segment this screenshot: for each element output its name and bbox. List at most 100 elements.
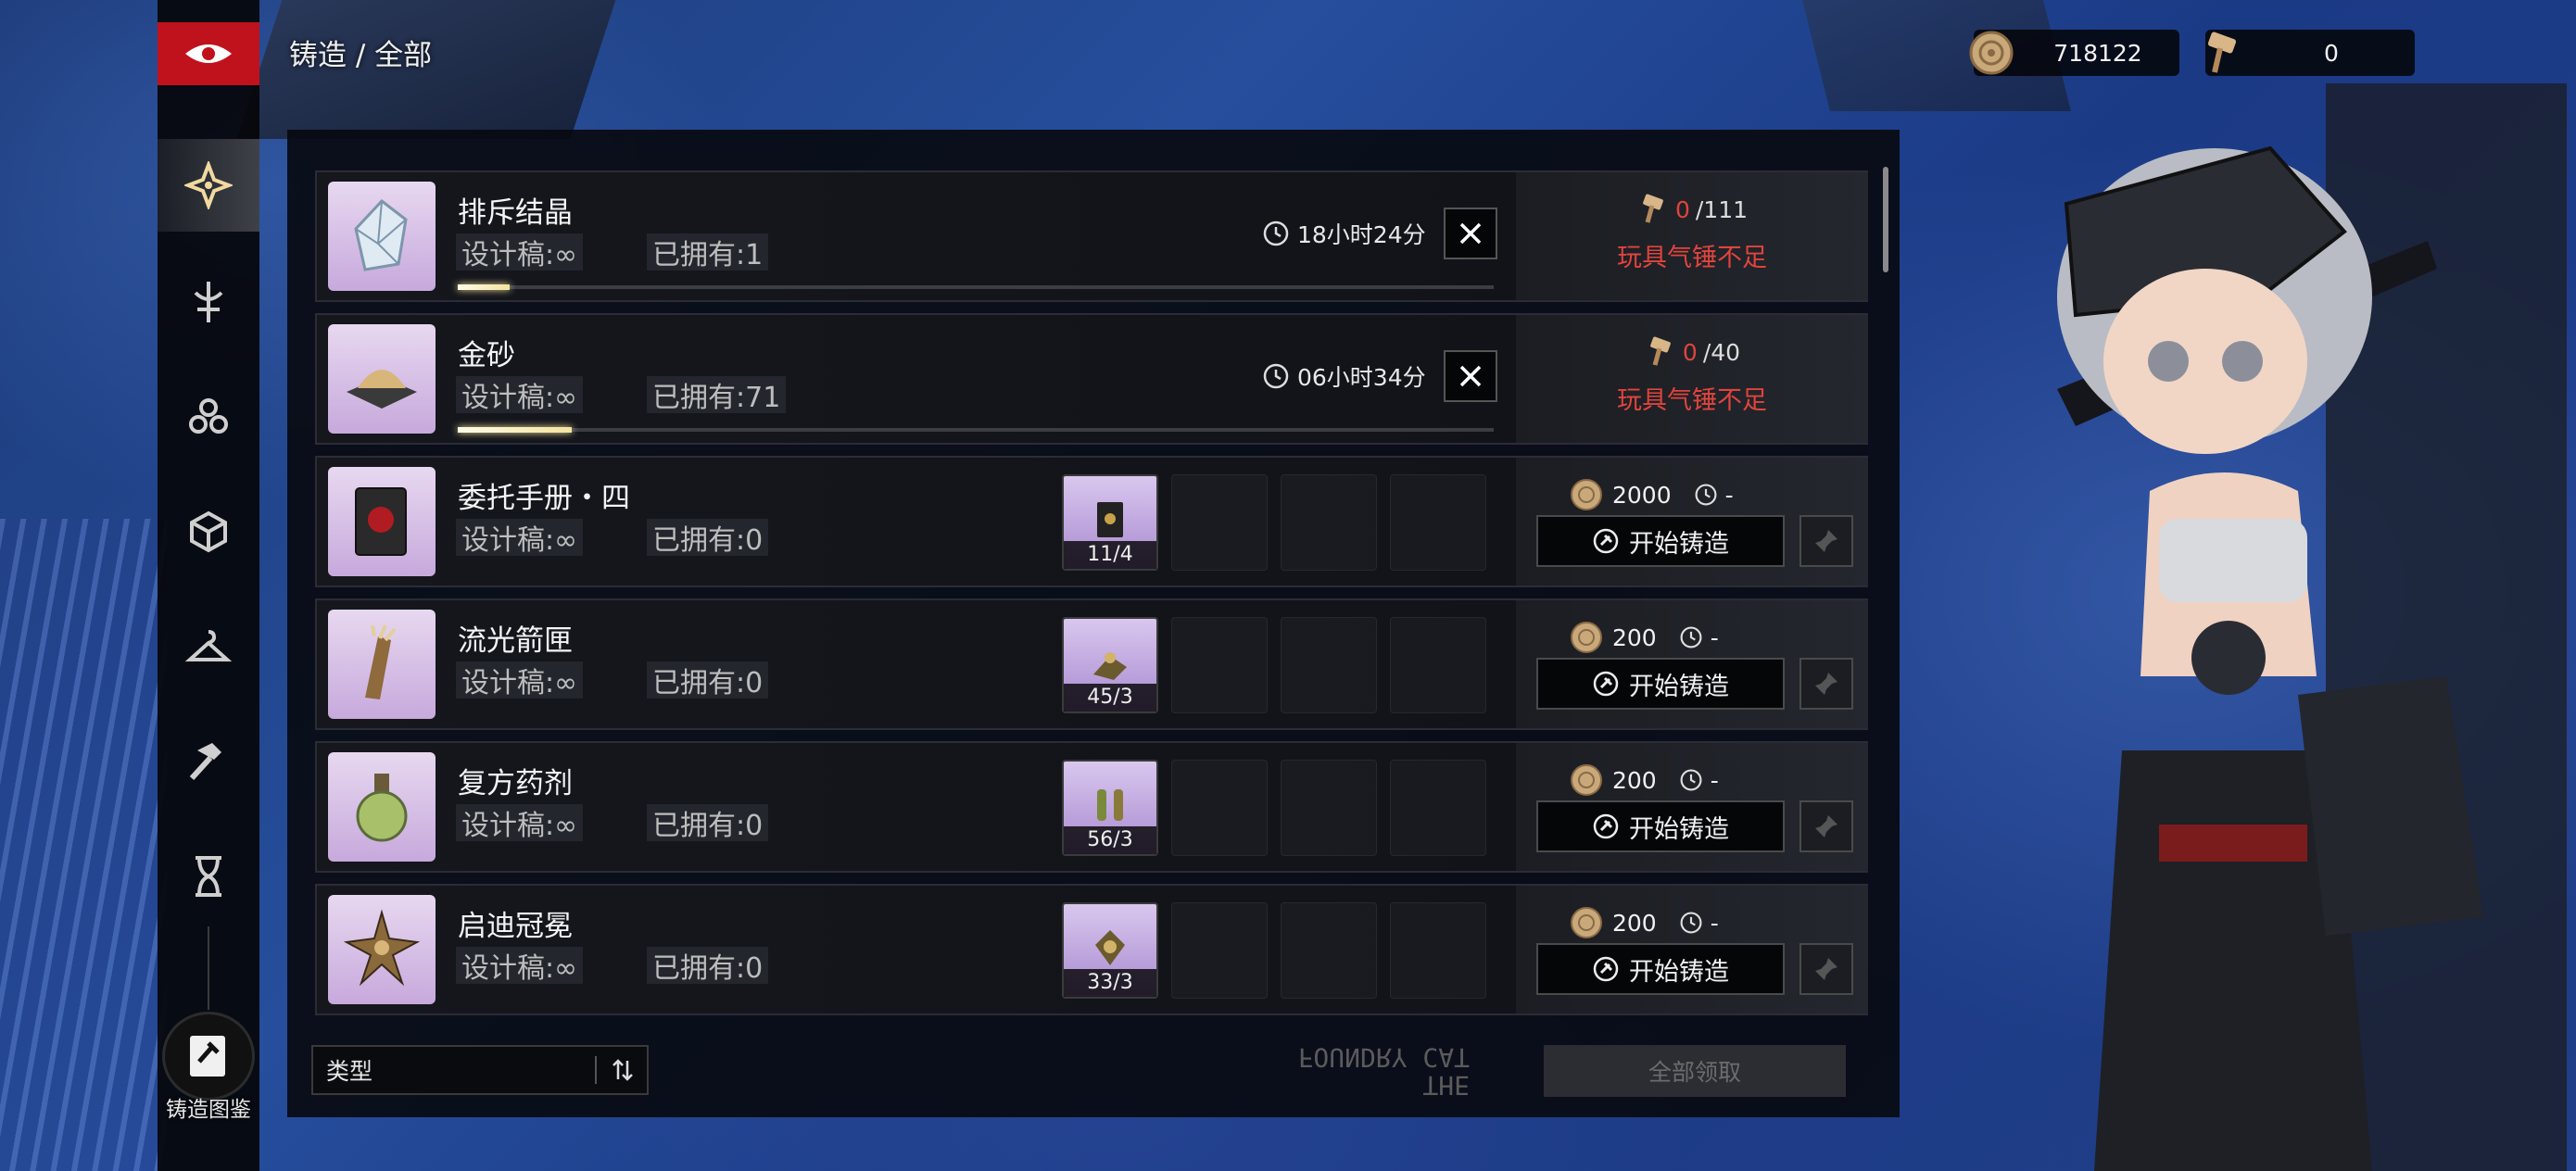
material-count: 56/3	[1064, 826, 1156, 854]
owned-tag: 已拥有:0	[647, 947, 769, 985]
item-thumbnail	[328, 610, 436, 719]
toy-hammer-icon	[2207, 31, 2237, 73]
material-count: 33/3	[1064, 969, 1156, 997]
sidebar-item-time[interactable]	[158, 830, 259, 923]
clock-icon	[1680, 912, 1702, 934]
crystal-icon	[354, 198, 408, 271]
filter-separator	[595, 1056, 597, 1084]
sidebar-item-box[interactable]	[158, 485, 259, 578]
material-slot[interactable]: 11/4	[1062, 474, 1158, 571]
filter-label: 类型	[326, 1058, 373, 1085]
sidebar-item-weapon[interactable]	[158, 256, 259, 348]
material-count: 11/4	[1064, 541, 1156, 569]
design-tag: 设计稿:∞	[456, 947, 584, 985]
coin-value: 718122	[2053, 39, 2142, 67]
owned-tag: 已拥有:0	[647, 804, 769, 842]
start-forge-label: 开始铸造	[1629, 529, 1729, 559]
forge-progress-bar	[458, 427, 1494, 433]
toy-hammer-icon	[1643, 194, 1663, 223]
claim-all-button[interactable]: 全部领取	[1544, 1045, 1846, 1097]
recipe-row[interactable]: 委托手册・四 设计稿:∞ 已拥有:0 11/4 2000 - 开始铸造	[315, 456, 1868, 587]
codex-button[interactable]: 铸造图鉴	[156, 1012, 261, 1123]
hammer-need: /111	[1695, 195, 1749, 223]
scrollbar[interactable]	[1883, 167, 1888, 272]
close-icon	[1459, 365, 1482, 387]
pin-button[interactable]	[1799, 943, 1853, 995]
coin-icon	[1969, 31, 2014, 75]
forge-timer: 18小时24分	[1262, 217, 1426, 250]
empty-material-slot	[1390, 617, 1486, 713]
pin-button[interactable]	[1799, 800, 1853, 852]
owned-tag: 已拥有:1	[647, 233, 769, 271]
forge-status-box: 0/111 玩具气锤不足	[1516, 172, 1868, 300]
material-count: 45/3	[1064, 684, 1156, 711]
recipe-row[interactable]: 启迪冠冕 设计稿:∞ 已拥有:0 33/3 200 - 开始铸造	[315, 884, 1868, 1015]
sort-icon[interactable]	[610, 1057, 636, 1083]
forge-icon	[1593, 956, 1619, 982]
timer-text: 06小时34分	[1297, 364, 1426, 391]
relic-icon	[189, 398, 228, 434]
sidebar-item-all[interactable]	[158, 139, 259, 232]
insufficient-warning: 玩具气锤不足	[1617, 244, 1767, 272]
forge-progress-fill	[458, 427, 572, 433]
start-forge-button[interactable]: 开始铸造	[1536, 943, 1785, 995]
back-button[interactable]	[158, 22, 259, 85]
item-name: 流光箭匣	[458, 624, 573, 658]
coin-icon	[1571, 622, 1602, 653]
owned-tag: 已拥有:0	[647, 519, 769, 557]
sidebar-item-relic[interactable]	[158, 371, 259, 463]
hammer-requirement: 0/111	[1516, 193, 1868, 226]
recipe-action-box: 200 - 开始铸造	[1516, 743, 1868, 871]
clock-icon	[1695, 484, 1717, 506]
forging-row[interactable]: 金砂 设计稿:∞ 已拥有:71 06小时34分 0/40 玩具气锤不足	[315, 313, 1868, 445]
forge-icon	[1593, 813, 1619, 839]
start-forge-label: 开始铸造	[1629, 957, 1729, 987]
type-filter[interactable]: 类型	[311, 1045, 649, 1095]
forge-cost: 2000 -	[1568, 476, 1734, 513]
pin-button[interactable]	[1799, 658, 1853, 710]
recipe-row[interactable]: 流光箭匣 设计稿:∞ 已拥有:0 45/3 200 - 开始铸造	[315, 598, 1868, 730]
cancel-forge-button[interactable]	[1444, 208, 1497, 259]
pin-button[interactable]	[1799, 515, 1853, 567]
material-slot[interactable]: 33/3	[1062, 902, 1158, 999]
sidebar-item-outfit[interactable]	[158, 600, 259, 693]
forging-row[interactable]: 排斥结晶 设计稿:∞ 已拥有:1 18小时24分 0/111 玩具气锤不足	[315, 170, 1868, 302]
bottom-bar: 类型 THE FOUNDRY CAT 全部领取	[287, 1028, 1900, 1117]
toy-hammer-icon	[1650, 336, 1671, 366]
item-thumbnail	[328, 324, 436, 434]
start-forge-label: 开始铸造	[1629, 672, 1729, 701]
start-forge-button[interactable]: 开始铸造	[1536, 800, 1785, 852]
empty-material-slot	[1390, 760, 1486, 856]
pin-icon	[1815, 530, 1837, 552]
crown-icon	[343, 909, 421, 987]
eye-logo-icon	[185, 44, 232, 63]
forge-cost: 200 -	[1568, 904, 1719, 941]
empty-material-slot	[1281, 902, 1377, 999]
cost-value: 2000	[1612, 481, 1672, 509]
background-grass	[0, 519, 167, 1171]
material-slot[interactable]: 56/3	[1062, 760, 1158, 856]
recipe-row[interactable]: 复方药剂 设计稿:∞ 已拥有:0 56/3 200 - 开始铸造	[315, 741, 1868, 873]
clock-icon	[1263, 220, 1289, 246]
hammer-have: 0	[1682, 338, 1698, 366]
hanger-icon	[184, 630, 233, 661]
sidebar-divider	[208, 926, 209, 1010]
item-thumbnail	[328, 895, 436, 1004]
page-title: 铸造 / 全部	[289, 39, 433, 72]
hammer-need: /40	[1702, 338, 1741, 366]
gold-sand-icon	[347, 370, 417, 409]
material-slot[interactable]: 45/3	[1062, 617, 1158, 713]
start-forge-button[interactable]: 开始铸造	[1536, 515, 1785, 567]
item-thumbnail	[328, 752, 436, 862]
forge-panel: 排斥结晶 设计稿:∞ 已拥有:1 18小时24分 0/111 玩具气锤不足 金砂…	[287, 130, 1900, 1117]
start-forge-button[interactable]: 开始铸造	[1536, 658, 1785, 710]
sidebar-item-tools[interactable]	[158, 715, 259, 808]
potion-icon	[356, 774, 408, 842]
design-tag: 设计稿:∞	[456, 376, 584, 414]
design-tag: 设计稿:∞	[456, 804, 584, 842]
close-icon	[1459, 222, 1482, 245]
item-name: 复方药剂	[458, 767, 573, 800]
weapon-icon	[194, 282, 223, 322]
cancel-forge-button[interactable]	[1444, 350, 1497, 402]
empty-material-slot	[1171, 474, 1268, 571]
